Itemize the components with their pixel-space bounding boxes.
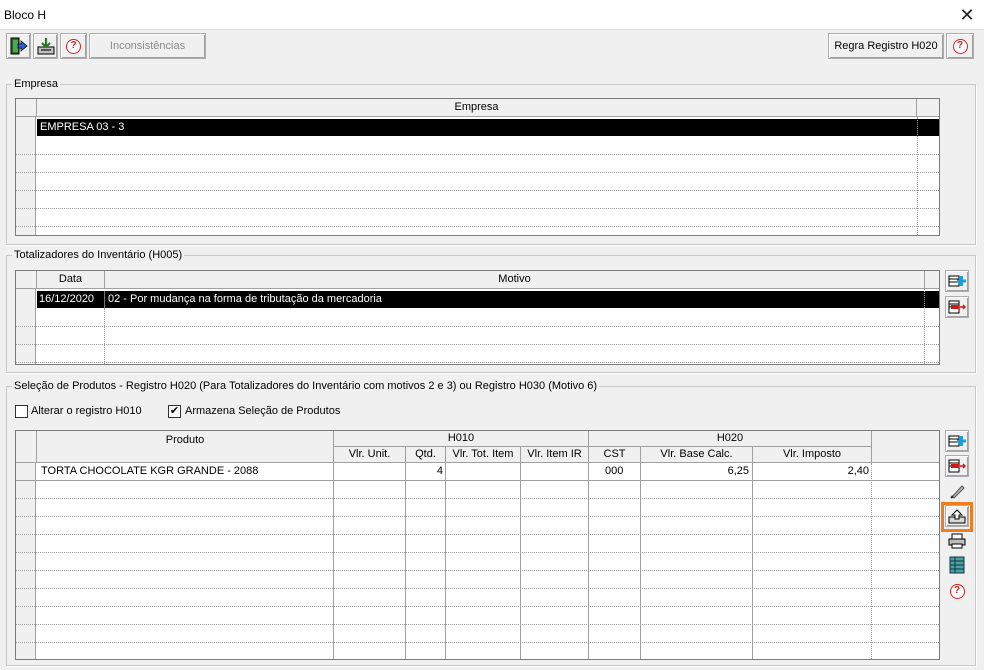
- export-button[interactable]: [945, 505, 969, 527]
- grid-corner: [16, 271, 37, 289]
- vlr-item-ir-column-header[interactable]: Vlr. Item IR: [521, 447, 589, 463]
- close-button[interactable]: ✕: [956, 4, 978, 26]
- remove-row-icon: [948, 459, 966, 473]
- qtd-cell: 4: [436, 465, 443, 477]
- h020-group-header: H020: [589, 431, 872, 447]
- totalizadores-grid[interactable]: Data Motivo 16/12/2020 02 - Por mudança …: [15, 270, 940, 365]
- produtos-grid[interactable]: Produto H010 H020 Vlr. Unit. Qtd. Vlr. T…: [15, 430, 940, 660]
- help-icon: ?: [66, 38, 81, 54]
- empresa-column-header[interactable]: Empresa: [37, 99, 917, 117]
- remove-row-icon: [948, 300, 966, 314]
- motivo-column-header[interactable]: Motivo: [105, 271, 925, 289]
- add-row-icon: [948, 435, 966, 447]
- data-cell: 16/12/2020: [39, 293, 95, 305]
- table-row-selected[interactable]: EMPRESA 03 - 3: [37, 119, 939, 136]
- grid-icon: [949, 556, 965, 574]
- cst-column-header[interactable]: CST: [589, 447, 641, 463]
- vlr-tot-item-column-header[interactable]: Vlr. Tot. Item: [446, 447, 521, 463]
- window-title: Bloco H: [4, 8, 47, 22]
- table-row[interactable]: TORTA CHOCOLATE KGR GRANDE - 2088 4 000 …: [37, 463, 872, 480]
- eraser-icon: [950, 485, 965, 499]
- produto-column-header[interactable]: Produto: [37, 431, 334, 463]
- eraser-button[interactable]: [945, 480, 969, 502]
- regra-help-button[interactable]: ?: [946, 33, 974, 59]
- grid-header-filler: [872, 431, 939, 463]
- table-row-selected[interactable]: 16/12/2020 02 - Por mudança na forma de …: [37, 291, 939, 308]
- help-icon: ?: [949, 583, 965, 599]
- cst-cell: 000: [605, 465, 624, 477]
- alterar-h010-checkbox[interactable]: [15, 405, 28, 418]
- grid-corner: [16, 99, 37, 117]
- help-icon: ?: [952, 38, 968, 54]
- vlr-unit-column-header[interactable]: Vlr. Unit.: [334, 447, 406, 463]
- qtd-column-header[interactable]: Qtd.: [406, 447, 446, 463]
- remove-totalizador-button[interactable]: [945, 296, 969, 318]
- import-button[interactable]: [33, 33, 58, 59]
- vlr-base-calc-column-header[interactable]: Vlr. Base Calc.: [641, 447, 753, 463]
- import-icon: [37, 38, 54, 55]
- h010-group-header: H010: [334, 431, 589, 447]
- armazena-selecao-checkbox[interactable]: ✔: [168, 405, 181, 418]
- produtos-help-button[interactable]: ?: [945, 580, 969, 602]
- produto-cell: TORTA CHOCOLATE KGR GRANDE - 2088: [41, 465, 259, 477]
- grid-header-filler: [917, 99, 939, 117]
- vlr-imposto-cell: 2,40: [847, 465, 869, 477]
- exit-button[interactable]: [6, 33, 31, 59]
- add-row-icon: [948, 275, 966, 287]
- exit-icon: [10, 37, 28, 55]
- grid-header-filler: [925, 271, 939, 289]
- export-icon: [948, 509, 966, 524]
- print-icon: [948, 533, 966, 549]
- data-column-header[interactable]: Data: [37, 271, 105, 289]
- empresa-legend: Empresa: [12, 78, 61, 90]
- print-button[interactable]: [945, 530, 969, 552]
- empresa-grid[interactable]: Empresa EMPRESA 03 - 3: [15, 98, 940, 236]
- grid-corner: [16, 431, 37, 463]
- row-indicator-column: [16, 463, 36, 659]
- regra-registro-h020-button[interactable]: Regra Registro H020: [828, 33, 944, 59]
- armazena-selecao-label: Armazena Seleção de Produtos: [185, 405, 341, 417]
- add-produto-button[interactable]: [945, 430, 969, 452]
- inconsistencias-button[interactable]: Inconsistências: [89, 33, 206, 59]
- alterar-h010-label: Alterar o registro H010: [31, 405, 142, 417]
- motivo-cell: 02 - Por mudança na forma de tributação …: [108, 293, 382, 305]
- remove-produto-button[interactable]: [945, 455, 969, 477]
- grid-view-button[interactable]: [945, 554, 969, 576]
- title-bar: Bloco H ✕: [0, 0, 984, 30]
- empresa-cell: EMPRESA 03 - 3: [40, 121, 125, 133]
- selecao-legend: Seleção de Produtos - Registro H020 (Par…: [12, 380, 600, 392]
- toolbar-help-button[interactable]: ?: [60, 33, 87, 59]
- add-totalizador-button[interactable]: [945, 270, 969, 292]
- row-indicator-column: [16, 117, 36, 235]
- vlr-imposto-column-header[interactable]: Vlr. Imposto: [753, 447, 872, 463]
- vlr-base-calc-cell: 6,25: [727, 465, 749, 477]
- totalizadores-legend: Totalizadores do Inventário (H005): [12, 249, 185, 261]
